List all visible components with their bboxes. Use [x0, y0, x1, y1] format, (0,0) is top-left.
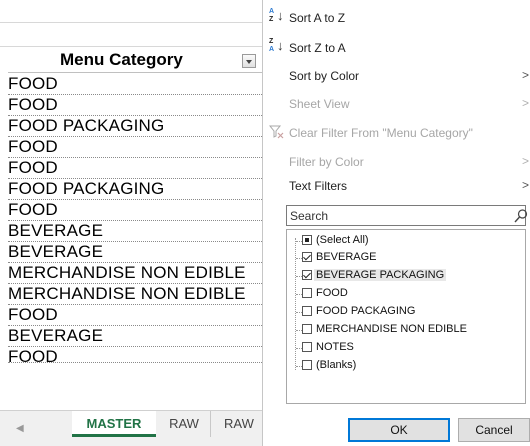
category-cell[interactable]: FOOD PACKAGING	[8, 179, 262, 200]
category-cell[interactable]: BEVERAGE	[8, 326, 262, 347]
sheet-tab-bar: ◀ MASTER RAW RAW	[0, 410, 262, 446]
tab-raw[interactable]: RAW	[158, 411, 211, 437]
cancel-button[interactable]: Cancel	[458, 418, 530, 442]
menu-label: Clear Filter From "Menu Category"	[289, 126, 473, 140]
filter-item-label: (Blanks)	[316, 359, 357, 371]
filter-item-food-packaging[interactable]: FOOD PACKAGING	[287, 303, 525, 321]
tab-master[interactable]: MASTER	[72, 411, 156, 437]
submenu-arrow-icon: >	[521, 68, 529, 82]
sort-descending-icon: Z A ↓	[269, 38, 284, 53]
ok-button[interactable]: OK	[348, 418, 450, 442]
menu-clear-filter: Clear Filter From "Menu Category"	[263, 121, 530, 145]
filter-item-label: BEVERAGE	[316, 251, 377, 263]
filter-item-beverage[interactable]: BEVERAGE	[287, 249, 525, 267]
column-header-label: Menu Category	[60, 50, 183, 69]
menu-sort-a-to-z[interactable]: A Z ↓ Sort A to Z	[263, 6, 530, 30]
menu-sheet-view: Sheet View >	[263, 92, 530, 116]
category-cell[interactable]: FOOD PACKAGING	[8, 116, 262, 137]
filter-dropdown-button[interactable]	[242, 54, 256, 68]
checkbox-unchecked[interactable]	[302, 324, 312, 334]
menu-filter-by-color: Filter by Color >	[263, 150, 530, 174]
category-cell[interactable]: FOOD	[8, 347, 262, 363]
category-cell[interactable]: BEVERAGE	[8, 221, 262, 242]
checkbox-checked[interactable]	[302, 270, 312, 280]
clear-filter-icon	[269, 125, 284, 139]
category-cell[interactable]: FOOD	[8, 305, 262, 326]
menu-label: Text Filters	[289, 179, 348, 193]
filter-item-label: (Select All)	[316, 234, 369, 246]
menu-label: Sort A to Z	[289, 11, 346, 25]
filter-item-label: NOTES	[316, 341, 354, 353]
category-cell[interactable]: FOOD	[8, 137, 262, 158]
filter-item-select-all[interactable]: (Select All)	[287, 232, 525, 250]
filter-item-label: MERCHANDISE NON EDIBLE	[316, 323, 467, 335]
menu-sort-z-to-a[interactable]: Z A ↓ Sort Z to A	[263, 36, 530, 60]
menu-label: Sheet View	[289, 97, 350, 111]
checkbox-unchecked[interactable]	[302, 306, 312, 316]
filter-search-input[interactable]	[290, 207, 490, 224]
filter-item-label: FOOD PACKAGING	[316, 305, 416, 317]
category-cell[interactable]: FOOD	[8, 74, 262, 95]
category-cell[interactable]: FOOD	[8, 95, 262, 116]
filter-item-merchandise-non-edible[interactable]: MERCHANDISE NON EDIBLE	[287, 321, 525, 339]
tab-raw-2[interactable]: RAW	[212, 411, 262, 437]
checkbox-unchecked[interactable]	[302, 342, 312, 352]
tab-scroll-left-icon[interactable]: ◀	[16, 423, 24, 434]
category-cell[interactable]: FOOD	[8, 200, 262, 221]
menu-label: Sort by Color	[289, 69, 360, 83]
filter-item-blanks[interactable]: (Blanks)	[287, 357, 525, 375]
filter-search-box[interactable]	[286, 205, 528, 226]
checkbox-checked[interactable]	[302, 252, 312, 262]
submenu-arrow-icon: >	[521, 178, 529, 192]
sort-ascending-icon: A Z ↓	[269, 8, 284, 23]
submenu-arrow-icon: >	[521, 154, 529, 168]
category-cell[interactable]: BEVERAGE	[8, 242, 262, 263]
menu-label: Filter by Color	[289, 155, 364, 169]
filter-item-label: FOOD	[316, 287, 348, 299]
category-cell[interactable]: FOOD	[8, 158, 262, 179]
blank-row[interactable]	[0, 24, 262, 47]
search-icon	[514, 209, 528, 223]
category-cell[interactable]: MERCHANDISE NON EDIBLE	[8, 284, 262, 305]
category-cell[interactable]: MERCHANDISE NON EDIBLE	[8, 263, 262, 284]
filter-item-label: BEVERAGE PACKAGING	[314, 269, 447, 281]
blank-row[interactable]	[0, 0, 262, 23]
filter-value-list: (Select All) BEVERAGE BEVERAGE PACKAGING…	[286, 229, 526, 404]
menu-sort-by-color[interactable]: Sort by Color >	[263, 64, 530, 88]
menu-label: Sort Z to A	[289, 41, 346, 55]
checkbox-unchecked[interactable]	[302, 288, 312, 298]
submenu-arrow-icon: >	[521, 96, 529, 110]
filter-item-notes[interactable]: NOTES	[287, 339, 525, 357]
checkbox-partial[interactable]	[302, 235, 312, 245]
column-header-cell[interactable]: Menu Category	[8, 48, 262, 73]
menu-text-filters[interactable]: Text Filters >	[263, 174, 530, 198]
spreadsheet-area: Menu Category FOOD FOOD FOOD PACKAGING F…	[0, 0, 262, 446]
filter-item-beverage-packaging[interactable]: BEVERAGE PACKAGING	[287, 267, 525, 285]
filter-item-food[interactable]: FOOD	[287, 285, 525, 303]
checkbox-unchecked[interactable]	[302, 360, 312, 370]
